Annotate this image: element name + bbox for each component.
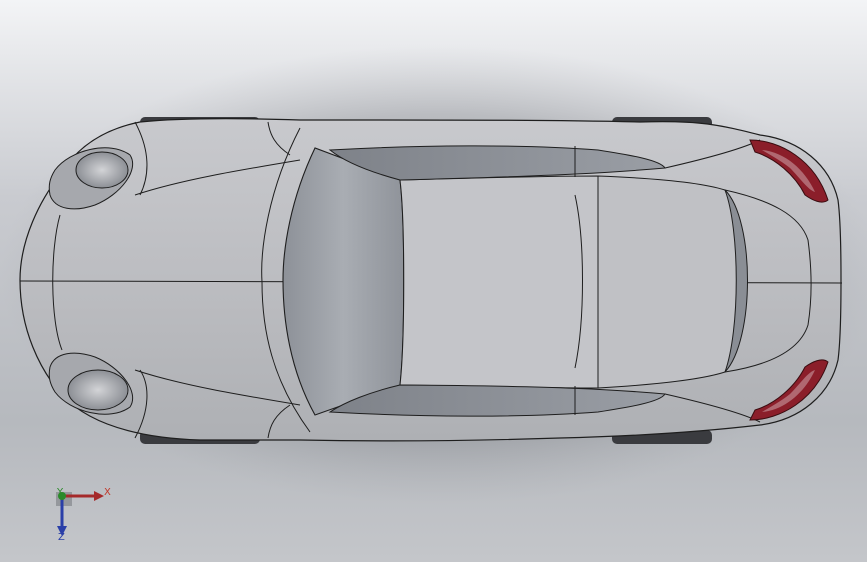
roof-panel xyxy=(399,175,599,389)
windshield xyxy=(282,147,405,416)
rear-window xyxy=(597,175,741,389)
triad-x-label: X xyxy=(104,487,111,498)
triad-x-arrow xyxy=(94,491,104,501)
triad-y-label: Y xyxy=(57,487,64,498)
triad-z-label: Z xyxy=(58,532,65,543)
reference-triad: X Y Z xyxy=(48,482,118,552)
car-model[interactable] xyxy=(0,0,867,562)
graphics-viewport[interactable]: X Y Z xyxy=(0,0,867,562)
